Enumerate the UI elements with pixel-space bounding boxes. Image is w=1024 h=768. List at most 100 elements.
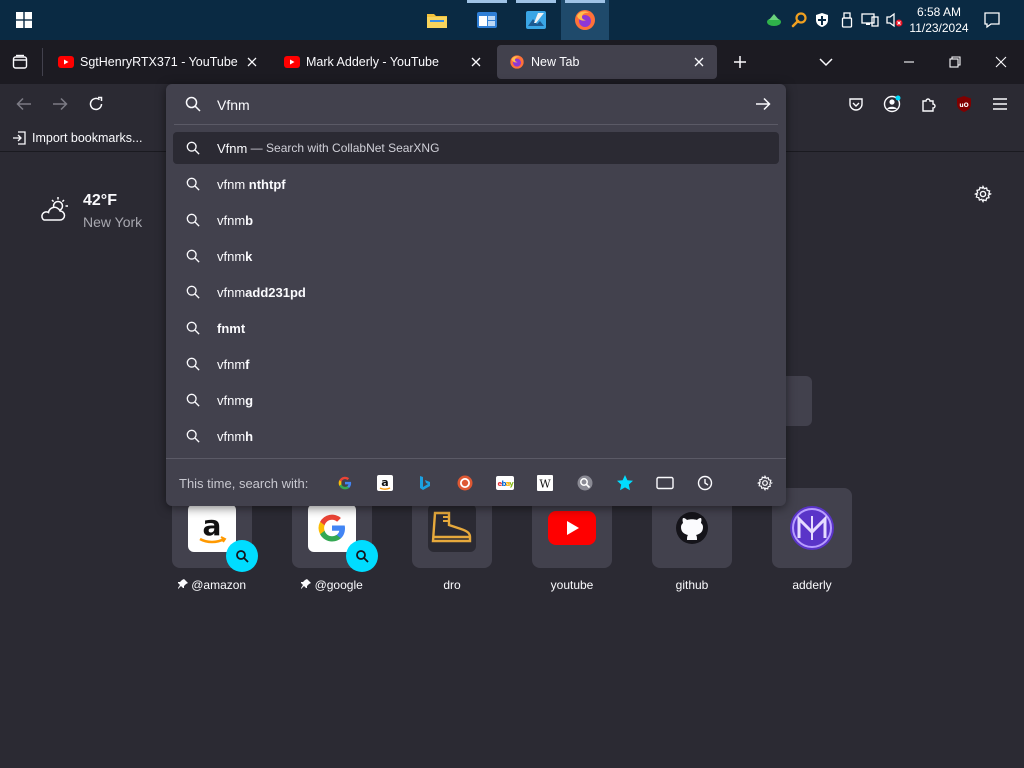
search-suggestion[interactable]: vfnm f	[173, 348, 779, 380]
close-tab-icon[interactable]	[244, 54, 260, 70]
search-icon	[185, 140, 201, 156]
search-suggestion[interactable]: vfnm g	[173, 384, 779, 416]
close-tab-icon[interactable]	[468, 54, 484, 70]
tab-sgthenry-youtube[interactable]: SgtHenryRTX371 - YouTube	[46, 45, 270, 79]
pinned-pin-icon	[301, 578, 312, 592]
firefox-taskbar-icon[interactable]	[561, 0, 609, 40]
pocket-icon[interactable]	[842, 90, 870, 118]
import-icon	[12, 130, 28, 146]
top-site-label: adderly	[792, 578, 832, 592]
suggestion-completion: g	[245, 392, 254, 408]
partly-cloudy-icon	[38, 196, 70, 224]
close-window-icon[interactable]	[987, 48, 1015, 76]
search-icon	[185, 428, 201, 444]
github-icon	[668, 504, 716, 552]
search-icon	[185, 176, 201, 192]
svg-text:a: a	[203, 509, 222, 542]
account-icon[interactable]	[878, 90, 906, 118]
search-icon	[185, 212, 201, 228]
bookmarks-star-icon[interactable]	[615, 473, 635, 493]
firefox-view-icon[interactable]	[6, 48, 34, 76]
top-site-label: youtube	[550, 578, 594, 592]
amazon-icon[interactable]: a	[375, 473, 395, 493]
tabs-icon[interactable]	[655, 473, 675, 493]
search-settings-gear-icon[interactable]	[755, 473, 775, 493]
close-tab-icon[interactable]	[691, 54, 707, 70]
ebay-icon[interactable]: ebay	[495, 473, 515, 493]
tab-strip: SgtHenryRTX371 - YouTube Mark Adderly - …	[0, 40, 1024, 84]
usb-drive-tray-icon[interactable]	[838, 10, 856, 30]
reload-icon[interactable]	[82, 90, 110, 118]
hamburger-menu-icon[interactable]	[986, 90, 1014, 118]
duckduckgo-icon[interactable]	[455, 473, 475, 493]
taskbar-clock[interactable]: 6:58 AM 11/23/2024	[906, 4, 972, 36]
urlbar-heuristic-result[interactable]: Vfnm — Search with CollabNet SearXNG	[173, 132, 779, 164]
search-tray-icon[interactable]	[790, 10, 808, 30]
search-suggestion[interactable]: vfnm add231pd	[173, 276, 779, 308]
suggestion-completion: b	[245, 212, 254, 228]
boot-icon	[428, 504, 476, 552]
search-shortcut-badge-icon	[346, 540, 378, 572]
search-shortcut-badge-icon	[226, 540, 258, 572]
windows-start-icon[interactable]	[0, 0, 48, 40]
weather-location: New York	[83, 214, 143, 230]
search-suggestion[interactable]: vfnm nthtpf	[173, 168, 779, 200]
urlbar-input[interactable]: Vfnm	[166, 84, 786, 124]
suggestion-completion: fnmt	[217, 320, 246, 336]
notifications-icon[interactable]	[981, 10, 1003, 30]
extensions-puzzle-icon[interactable]	[914, 90, 942, 118]
image-editor-icon[interactable]	[512, 0, 560, 40]
search-suggestion[interactable]: vfnm b	[173, 204, 779, 236]
list-all-tabs-chevron-icon[interactable]	[812, 48, 840, 76]
searxng-icon[interactable]	[575, 473, 595, 493]
top-site-label: dro	[443, 578, 461, 592]
bing-icon[interactable]	[415, 473, 435, 493]
search-suggestion[interactable]: fnmt	[173, 312, 779, 344]
volume-muted-icon[interactable]	[885, 10, 903, 30]
suggestion-typed: vfnm	[217, 176, 246, 192]
firefox-icon	[509, 54, 525, 70]
urlbar-dropdown: Vfnm Vfnm — Search with CollabNet SearXN…	[166, 84, 786, 506]
wikipedia-icon[interactable]: W	[535, 473, 555, 493]
tab-mark-adderly-youtube[interactable]: Mark Adderly - YouTube	[272, 45, 494, 79]
suggestion-typed: vfnm	[217, 392, 246, 408]
tab-new-tab[interactable]: New Tab	[497, 45, 717, 79]
search-with-label: This time, search with:	[179, 476, 309, 491]
youtube-icon	[284, 54, 300, 70]
clock-time: 6:58 AM	[916, 5, 962, 19]
calendar-app-icon[interactable]	[463, 0, 511, 40]
back-arrow-icon[interactable]	[10, 90, 38, 118]
clock-date: 11/23/2024	[909, 21, 969, 35]
minimize-window-icon[interactable]	[895, 48, 923, 76]
search-suggestion[interactable]: vfnm k	[173, 240, 779, 272]
settings-gear-icon[interactable]	[969, 180, 997, 208]
search-icon	[185, 284, 201, 300]
go-arrow-icon[interactable]	[755, 96, 771, 112]
urlbar-query-text[interactable]: Vfnm	[217, 97, 250, 113]
history-icon[interactable]	[695, 473, 715, 493]
search-box-edge[interactable]	[786, 376, 812, 426]
youtube-icon	[58, 54, 74, 70]
network-tray-icon[interactable]	[861, 10, 879, 30]
network-app-tray-icon[interactable]	[765, 10, 783, 30]
shield-tray-icon[interactable]	[813, 10, 831, 30]
search-icon	[185, 356, 201, 372]
file-explorer-icon[interactable]	[413, 0, 461, 40]
new-tab-plus-icon[interactable]	[726, 48, 754, 76]
tab-title: New Tab	[531, 55, 580, 69]
tab-title: Mark Adderly - YouTube	[306, 55, 439, 69]
suggestion-completion: h	[245, 428, 254, 444]
search-suggestion[interactable]: vfnm h	[173, 420, 779, 452]
suggestion-typed: vfnm	[217, 212, 246, 228]
svg-text:a: a	[381, 476, 388, 489]
pinned-pin-icon	[177, 578, 188, 592]
one-off-search-bar: This time, search with: a ebay W	[166, 458, 786, 506]
restore-window-icon[interactable]	[941, 48, 969, 76]
forward-arrow-icon[interactable]	[46, 90, 74, 118]
google-icon[interactable]	[335, 473, 355, 493]
suggestion-typed: vfnm	[217, 428, 246, 444]
ublock-origin-icon[interactable]: uO	[950, 90, 978, 118]
import-bookmarks-button[interactable]: Import bookmarks...	[12, 130, 142, 146]
svg-text:W: W	[539, 478, 551, 491]
youtube-icon	[548, 504, 596, 552]
